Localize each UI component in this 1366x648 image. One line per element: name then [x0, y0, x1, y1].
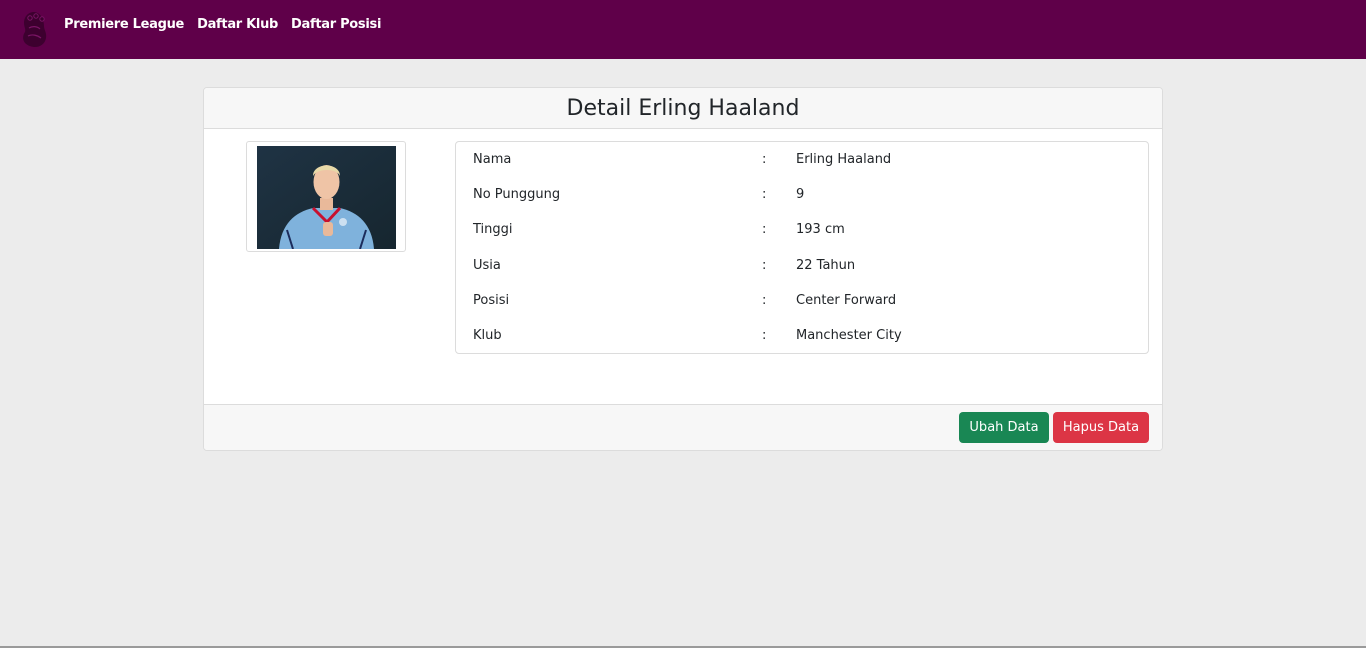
info-row-usia: Usia : 22 Tahun	[456, 258, 1148, 278]
info-value: 9	[796, 187, 805, 202]
card-header: Detail Erling Haaland	[204, 88, 1162, 129]
info-label: Klub	[473, 328, 502, 343]
info-row-nama: Nama : Erling Haaland	[456, 152, 1148, 172]
info-row-tinggi: Tinggi : 193 cm	[456, 222, 1148, 242]
info-label: Nama	[473, 152, 512, 167]
top-navbar: Premiere League Daftar Klub Daftar Posis…	[0, 0, 1366, 59]
premier-league-lion-icon[interactable]	[19, 10, 49, 48]
info-value: Center Forward	[796, 293, 897, 308]
delete-button[interactable]: Hapus Data	[1053, 412, 1149, 443]
info-value: 22 Tahun	[796, 258, 856, 273]
info-label: Usia	[473, 258, 501, 273]
nav-links: Premiere League Daftar Klub Daftar Posis…	[64, 17, 381, 32]
nav-link-daftar-posisi[interactable]: Daftar Posisi	[291, 17, 381, 32]
info-label: Posisi	[473, 293, 510, 308]
player-photo	[257, 146, 396, 249]
player-photo-frame	[246, 141, 406, 252]
info-label: No Punggung	[473, 187, 561, 202]
info-separator: :	[762, 293, 767, 308]
info-separator: :	[762, 258, 767, 273]
info-value: Manchester City	[796, 328, 902, 343]
info-row-klub: Klub : Manchester City	[456, 328, 1148, 348]
info-value: 193 cm	[796, 222, 845, 237]
info-label: Tinggi	[473, 222, 513, 237]
player-detail-card: Detail Erling Haaland Nama : Erling Haal…	[203, 87, 1163, 451]
info-separator: :	[762, 222, 767, 237]
info-separator: :	[762, 152, 767, 167]
page-title: Detail Erling Haaland	[566, 95, 800, 121]
nav-link-daftar-klub[interactable]: Daftar Klub	[197, 17, 278, 32]
info-row-posisi: Posisi : Center Forward	[456, 293, 1148, 313]
edit-button[interactable]: Ubah Data	[959, 412, 1049, 443]
nav-link-premiere-league[interactable]: Premiere League	[64, 17, 184, 32]
player-info-table: Nama : Erling Haaland No Punggung : 9 Ti…	[455, 141, 1149, 354]
info-separator: :	[762, 328, 767, 343]
info-row-no-punggung: No Punggung : 9	[456, 187, 1148, 207]
card-footer: Ubah Data Hapus Data	[204, 404, 1162, 450]
info-separator: :	[762, 187, 767, 202]
info-value: Erling Haaland	[796, 152, 892, 167]
